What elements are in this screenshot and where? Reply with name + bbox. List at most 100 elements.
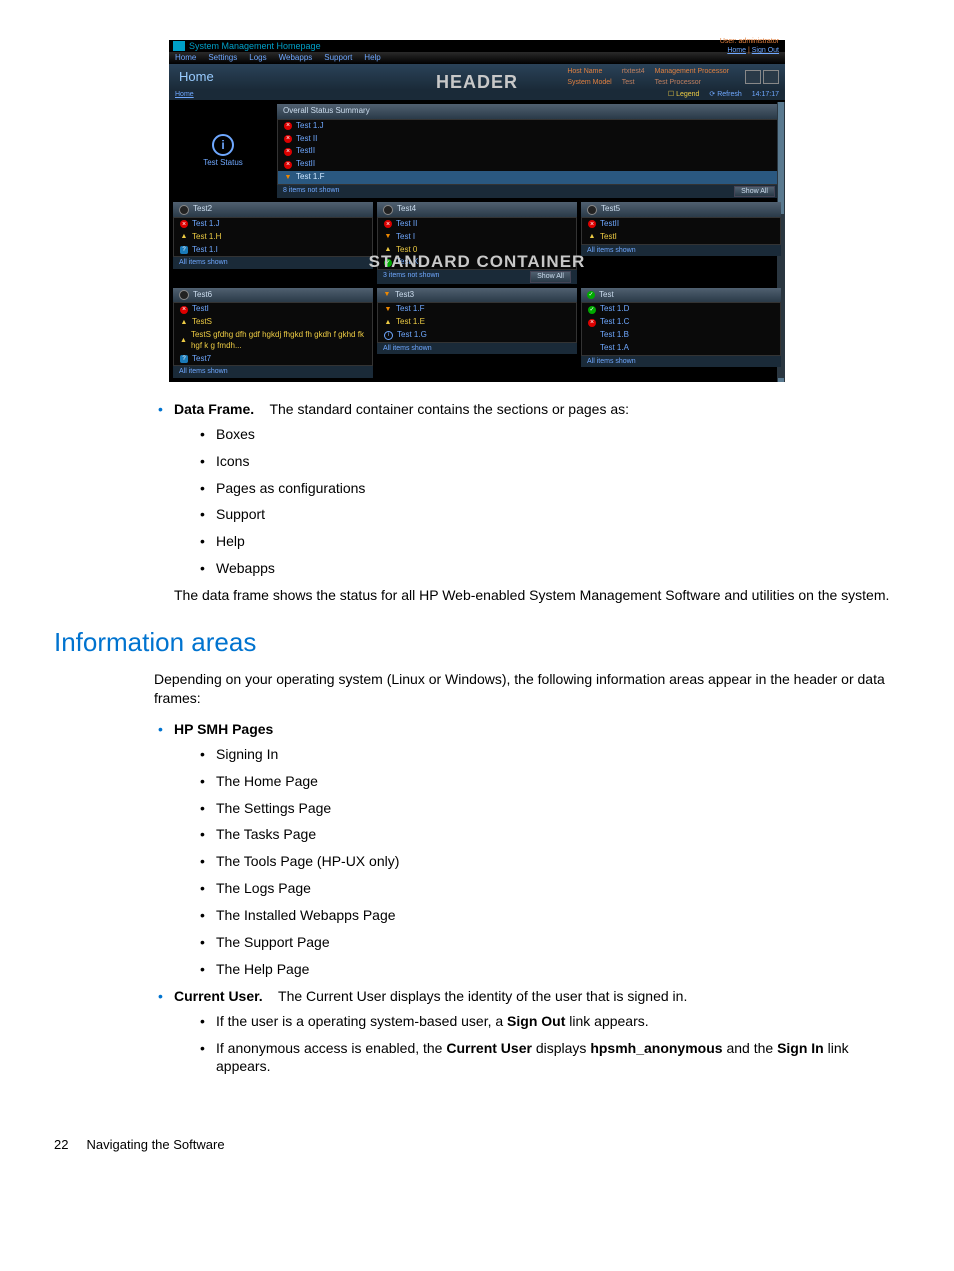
page-number: 22: [54, 1137, 68, 1152]
view-grid-icon[interactable]: [745, 70, 761, 84]
list-item: The Home Page: [196, 772, 900, 791]
legend-link[interactable]: ☐ Legend: [668, 90, 700, 99]
grid-item[interactable]: Test 1.C: [582, 316, 780, 329]
current-user-text: The Current User displays the identity o…: [278, 988, 687, 1004]
user-info: User: administrator Home | Sign Out: [720, 37, 785, 56]
smh-pages-item: HP SMH Pages Signing In The Home Page The …: [154, 720, 900, 979]
grid-item[interactable]: TestI: [174, 303, 372, 316]
status-icon: [180, 220, 188, 228]
grid-item[interactable]: Test 1.A: [582, 342, 780, 355]
panel-header[interactable]: Test5: [581, 202, 781, 217]
cu-sub-2: If anonymous access is enabled, the Curr…: [196, 1039, 900, 1077]
list-item: Boxes: [196, 425, 900, 444]
grid-item[interactable]: Test I: [378, 231, 576, 244]
status-icon: [284, 161, 292, 169]
standard-container-grid: STANDARD CONTAINER Test2Test 1.JTest 1.H…: [169, 202, 785, 382]
breadcrumb[interactable]: Home: [175, 90, 194, 99]
view-toggle[interactable]: [739, 70, 785, 84]
menu-settings[interactable]: Settings: [208, 53, 237, 64]
panel-title: Test3: [395, 290, 414, 301]
main-menu: Home Settings Logs Webapps Support Help: [169, 52, 785, 64]
grid-item[interactable]: Test 1.B: [582, 329, 780, 342]
grid-item[interactable]: Test 1.F: [378, 303, 576, 316]
status-icon: [588, 344, 596, 352]
grid-panel: Test2Test 1.JTest 1.H Test 1.I All items s…: [173, 202, 373, 283]
panel-header[interactable]: Test2: [173, 202, 373, 217]
panel-footer-text: All items shown: [383, 344, 432, 353]
summary-footer-text: 8 items not shown: [283, 186, 339, 197]
menu-support[interactable]: Support: [324, 53, 352, 64]
grid-item[interactable]: TestI: [582, 231, 780, 244]
home-link[interactable]: Home: [727, 47, 746, 54]
list-item: The Logs Page: [196, 879, 900, 898]
panel-title: Test: [599, 290, 614, 301]
sign-out-link[interactable]: Sign Out: [752, 47, 779, 54]
panel-header[interactable]: Test3: [377, 288, 577, 303]
view-list-icon[interactable]: [763, 70, 779, 84]
list-item: The Tools Page (HP-UX only): [196, 852, 900, 871]
grid-item[interactable]: TestS: [174, 316, 372, 329]
summary-item[interactable]: TestII: [278, 158, 780, 171]
smh-pages-label: HP SMH Pages: [174, 721, 273, 737]
status-icon: [384, 220, 392, 228]
time-label: 14:17:17: [752, 90, 779, 99]
panel-footer-text: All items shown: [179, 258, 228, 267]
summary-item[interactable]: TestII: [278, 145, 780, 158]
grid-item[interactable]: Test 1.G: [378, 329, 576, 342]
item-label: TestS: [192, 317, 212, 328]
menu-webapps[interactable]: Webapps: [279, 53, 313, 64]
panel-title: Test5: [601, 204, 620, 215]
grid-item[interactable]: TestS gfdhg dfh gdf hgkdj fhgkd fh gkdh …: [174, 329, 372, 353]
item-label: Test 1.C: [600, 317, 629, 328]
summary-item[interactable]: Test 1.F: [278, 171, 780, 184]
menu-logs[interactable]: Logs: [249, 53, 266, 64]
list-item: The Help Page: [196, 960, 900, 979]
item-label: TestI: [600, 232, 617, 243]
item-label: Test 1.F: [296, 172, 324, 183]
summary-item[interactable]: Test 1.J: [278, 120, 780, 133]
menu-help[interactable]: Help: [364, 53, 380, 64]
smh-screenshot: System Management Homepage User: adminis…: [169, 40, 785, 382]
grid-item[interactable]: Test7: [174, 353, 372, 366]
panel-header[interactable]: Test: [581, 288, 781, 303]
status-icon: [284, 148, 292, 156]
list-item: Signing In: [196, 745, 900, 764]
summary-item[interactable]: Test II: [278, 133, 780, 146]
cu-sub-1: If the user is a operating system-based …: [196, 1012, 900, 1031]
data-frame-text: The standard container contains the sect…: [269, 401, 629, 417]
grid-item[interactable]: Test 1.D: [582, 303, 780, 316]
item-label: Test 1.J: [296, 121, 324, 132]
list-item: Icons: [196, 452, 900, 471]
item-label: Test 1.D: [600, 304, 629, 315]
item-label: Test 1.A: [600, 343, 629, 354]
item-label: Test 1.I: [192, 245, 218, 256]
status-icon: [180, 337, 187, 345]
show-all-button[interactable]: Show All: [734, 186, 775, 197]
status-icon: [284, 122, 292, 130]
list-item: Pages as configurations: [196, 479, 900, 498]
grid-item[interactable]: Test 1.I: [174, 244, 372, 257]
grid-item[interactable]: Test II: [378, 218, 576, 231]
status-icon: [284, 173, 292, 181]
item-label: Test 1.B: [600, 330, 629, 341]
refresh-link[interactable]: ⟳ Refresh: [709, 90, 741, 99]
app-title: System Management Homepage: [189, 40, 321, 52]
section-body: Depending on your operating system (Linu…: [154, 670, 900, 1076]
panel-header[interactable]: Test6: [173, 288, 373, 303]
data-frame-term: Data Frame.: [174, 401, 254, 417]
menu-home[interactable]: Home: [175, 53, 196, 64]
status-icon: [588, 331, 596, 339]
item-label: Test I: [396, 232, 415, 243]
status-icon: [588, 233, 596, 241]
grid-item[interactable]: TestII: [582, 218, 780, 231]
grid-item[interactable]: Test 1.J: [174, 218, 372, 231]
status-icon: [588, 306, 596, 314]
section-intro: Depending on your operating system (Linu…: [154, 670, 900, 708]
current-user-term: Current User.: [174, 988, 263, 1004]
list-item: The Settings Page: [196, 799, 900, 818]
panel-header[interactable]: Test4: [377, 202, 577, 217]
grid-item[interactable]: Test 1.H: [174, 231, 372, 244]
item-label: TestI: [192, 304, 209, 315]
grid-item[interactable]: Test 1.E: [378, 316, 576, 329]
item-label: Test 1.H: [192, 232, 221, 243]
